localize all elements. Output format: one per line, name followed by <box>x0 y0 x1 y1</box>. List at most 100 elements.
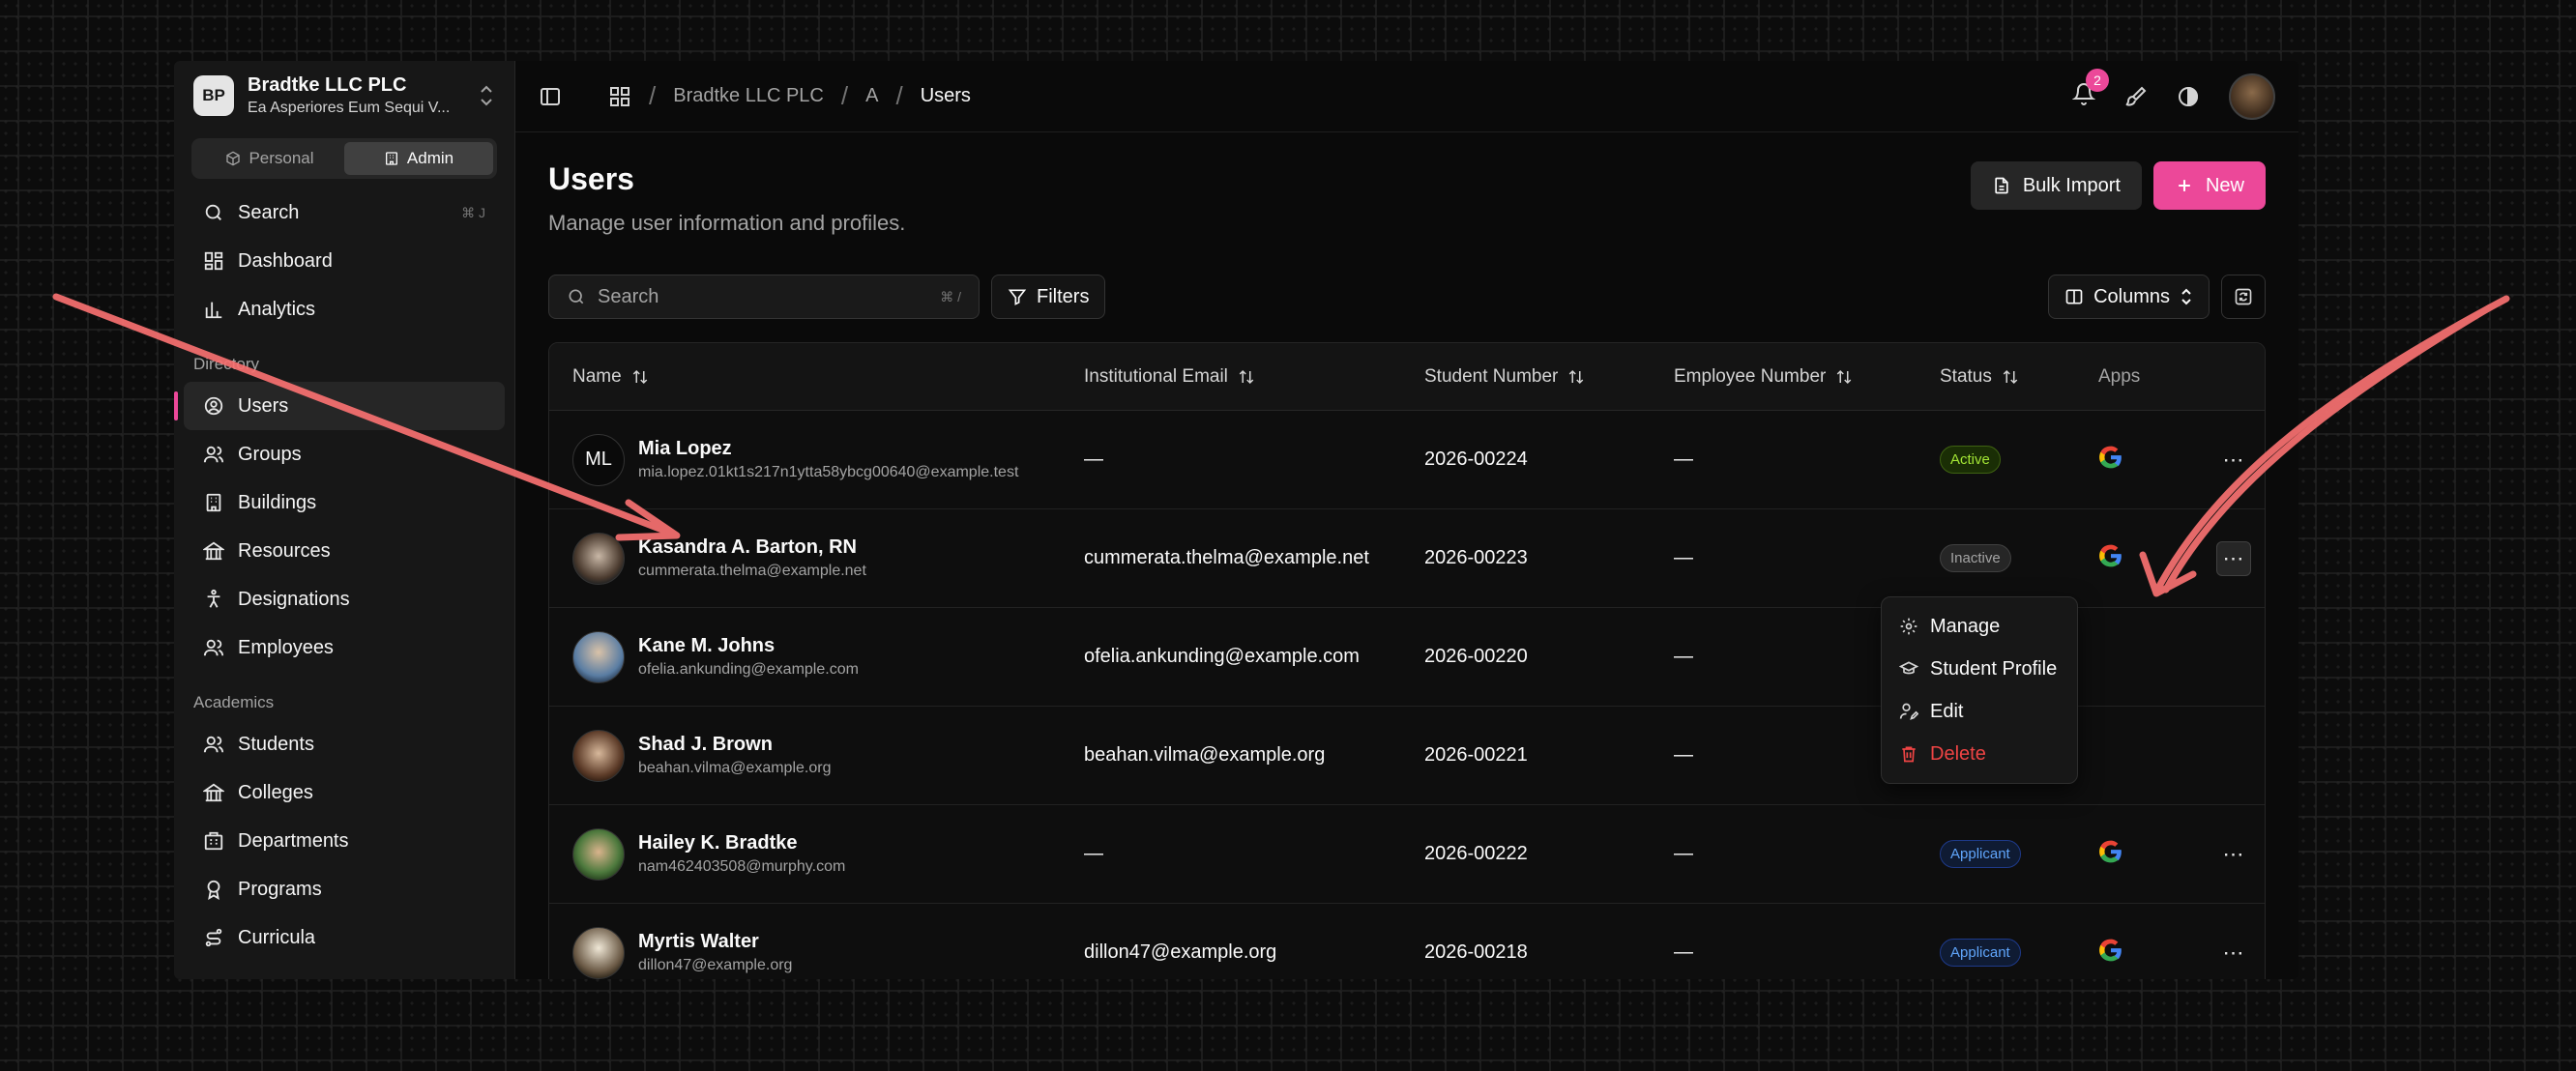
name-cell: Kane M. Johns ofelia.ankunding@example.c… <box>549 630 1084 683</box>
user-name: Mia Lopez <box>638 438 732 459</box>
sidebar-item-departments[interactable]: Departments <box>184 817 505 865</box>
sidebar-item-dashboard[interactable]: Dashboard <box>184 237 505 285</box>
sort-icon <box>1837 369 1852 384</box>
filters-button[interactable]: Filters <box>991 275 1106 319</box>
column-header-student-number[interactable]: Student Number <box>1424 366 1674 388</box>
mode-personal-button[interactable]: Personal <box>195 142 344 175</box>
apps-cell <box>2098 938 2205 969</box>
row-actions-button[interactable]: ⋯ <box>2216 837 2251 872</box>
apps-cell <box>2098 839 2205 870</box>
search-input[interactable] <box>598 285 929 308</box>
sidebar-item-groups[interactable]: Groups <box>184 430 505 478</box>
sidebar-item-colleges[interactable]: Colleges <box>184 768 505 817</box>
bulk-import-button[interactable]: Bulk Import <box>1970 161 2142 210</box>
student-number-cell: 2026-00221 <box>1424 744 1528 766</box>
name-cell: Hailey K. Bradtke nam462403508@murphy.co… <box>549 827 1084 881</box>
sort-icon <box>1569 369 1584 384</box>
columns-button[interactable]: Columns <box>2048 275 2210 319</box>
table-row[interactable]: Hailey K. Bradtke nam462403508@murphy.co… <box>549 805 2265 904</box>
sidebar-item-label: Groups <box>238 443 302 465</box>
sidebar-item-students[interactable]: Students <box>184 720 505 768</box>
mode-admin-label: Admin <box>406 149 454 167</box>
paintbrush-icon[interactable] <box>2124 85 2148 108</box>
page-subtitle: Manage user information and profiles. <box>548 211 906 235</box>
contrast-icon[interactable] <box>2177 85 2200 108</box>
sidebar-item-users[interactable]: Users <box>174 382 505 430</box>
user-email: cummerata.thelma@example.net <box>638 563 866 579</box>
grid-icon[interactable] <box>608 85 631 108</box>
sidebar-item-curricula[interactable]: Curricula <box>184 913 505 962</box>
sidebar-item-label: Resources <box>238 539 331 562</box>
user-avatar[interactable] <box>2229 72 2275 120</box>
sidebar-item-programs[interactable]: Programs <box>184 865 505 913</box>
status-badge: Applicant <box>1940 939 2021 967</box>
apps-cell <box>2098 543 2205 574</box>
student-number-cell: 2026-00218 <box>1424 941 1528 963</box>
sidebar-item-label: Departments <box>238 829 349 852</box>
column-header-label: Employee Number <box>1674 365 1827 387</box>
mode-admin-button[interactable]: Admin <box>344 142 493 175</box>
google-icon <box>2099 939 2122 961</box>
breadcrumb-org[interactable]: Bradtke LLC PLC <box>673 85 824 107</box>
column-header-name[interactable]: Name <box>549 366 1084 388</box>
menu-item-label: Student Profile <box>1930 657 2058 680</box>
building-icon <box>206 493 221 512</box>
row-actions-button[interactable]: ⋯ <box>2216 540 2251 576</box>
row-actions-button[interactable]: ⋯ <box>2216 936 2251 970</box>
new-label: New <box>2205 174 2244 196</box>
table-row[interactable]: ML Mia Lopez mia.lopez.01kt1s217n1ytta58… <box>549 411 2265 509</box>
landmark-icon <box>203 783 224 802</box>
table-toolbar: ⌘ / Filters Columns <box>515 275 2298 319</box>
sidebar: BP Bradtke LLC PLC Ea Asperiores Eum Seq… <box>174 61 515 979</box>
header-actions: Bulk Import New <box>1970 161 2266 236</box>
route-icon <box>205 928 222 947</box>
status-cell: Applicant <box>1940 939 2098 967</box>
student-number-cell: 2026-00224 <box>1424 449 1528 470</box>
row-avatar <box>572 827 625 881</box>
app-window: BP Bradtke LLC PLC Ea Asperiores Eum Seq… <box>174 61 2298 979</box>
column-header-label: Institutional Email <box>1084 365 1228 387</box>
student-number-cell: 2026-00223 <box>1424 547 1528 568</box>
sort-icon <box>632 369 647 384</box>
refresh-button[interactable] <box>2221 275 2266 319</box>
user-name: Kasandra A. Barton, RN <box>638 536 857 558</box>
menu-item-edit[interactable]: Edit <box>1888 690 2071 733</box>
users-icon <box>203 736 224 753</box>
column-header-email[interactable]: Institutional Email <box>1084 366 1424 388</box>
mode-personal-label: Personal <box>249 149 314 167</box>
name-cell: ML Mia Lopez mia.lopez.01kt1s217n1ytta58… <box>549 433 1084 486</box>
breadcrumb-separator: / <box>649 81 657 110</box>
sidebar-item-resources[interactable]: Resources <box>184 527 505 575</box>
menu-item-delete[interactable]: Delete <box>1888 733 2071 775</box>
sidebar-toggle-icon[interactable] <box>539 85 562 108</box>
table-row[interactable]: Myrtis Walter dillon47@example.org dillo… <box>549 904 2265 979</box>
notifications-button[interactable]: 2 <box>2071 69 2109 110</box>
menu-item-manage[interactable]: Manage <box>1888 605 2071 648</box>
new-button[interactable]: New <box>2152 161 2266 210</box>
google-icon <box>2099 840 2122 862</box>
sidebar-item-label: Analytics <box>238 298 316 320</box>
sidebar-item-search[interactable]: Search ⌘ J <box>184 188 505 237</box>
sidebar-item-employees[interactable]: Employees <box>184 623 505 672</box>
menu-item-label: Delete <box>1930 742 1986 765</box>
row-actions-button[interactable]: ⋯ <box>2216 443 2251 478</box>
sidebar-item-label: Programs <box>238 878 322 900</box>
building-icon <box>385 152 397 165</box>
chevron-up-down-icon <box>481 85 492 106</box>
table-row[interactable]: Kasandra A. Barton, RN cummerata.thelma@… <box>549 509 2265 608</box>
menu-item-student-profile[interactable]: Student Profile <box>1888 648 2071 690</box>
column-header-status[interactable]: Status <box>1940 366 2098 388</box>
org-avatar: BP <box>193 75 234 116</box>
column-header-apps: Apps <box>2098 365 2141 387</box>
sidebar-item-buildings[interactable]: Buildings <box>184 478 505 527</box>
sidebar-item-analytics[interactable]: Analytics <box>184 285 505 333</box>
column-header-employee-number[interactable]: Employee Number <box>1674 366 1940 388</box>
plus-icon <box>2179 180 2190 191</box>
breadcrumb-a[interactable]: A <box>865 85 878 107</box>
sidebar-item-designations[interactable]: Designations <box>184 575 505 623</box>
org-switcher[interactable]: BP Bradtke LLC PLC Ea Asperiores Eum Seq… <box>174 61 514 130</box>
user-circle-icon <box>204 396 223 416</box>
sidebar-item-label: Students <box>238 733 314 755</box>
row-avatar: ML <box>572 433 625 486</box>
trash-icon <box>1902 746 1916 763</box>
